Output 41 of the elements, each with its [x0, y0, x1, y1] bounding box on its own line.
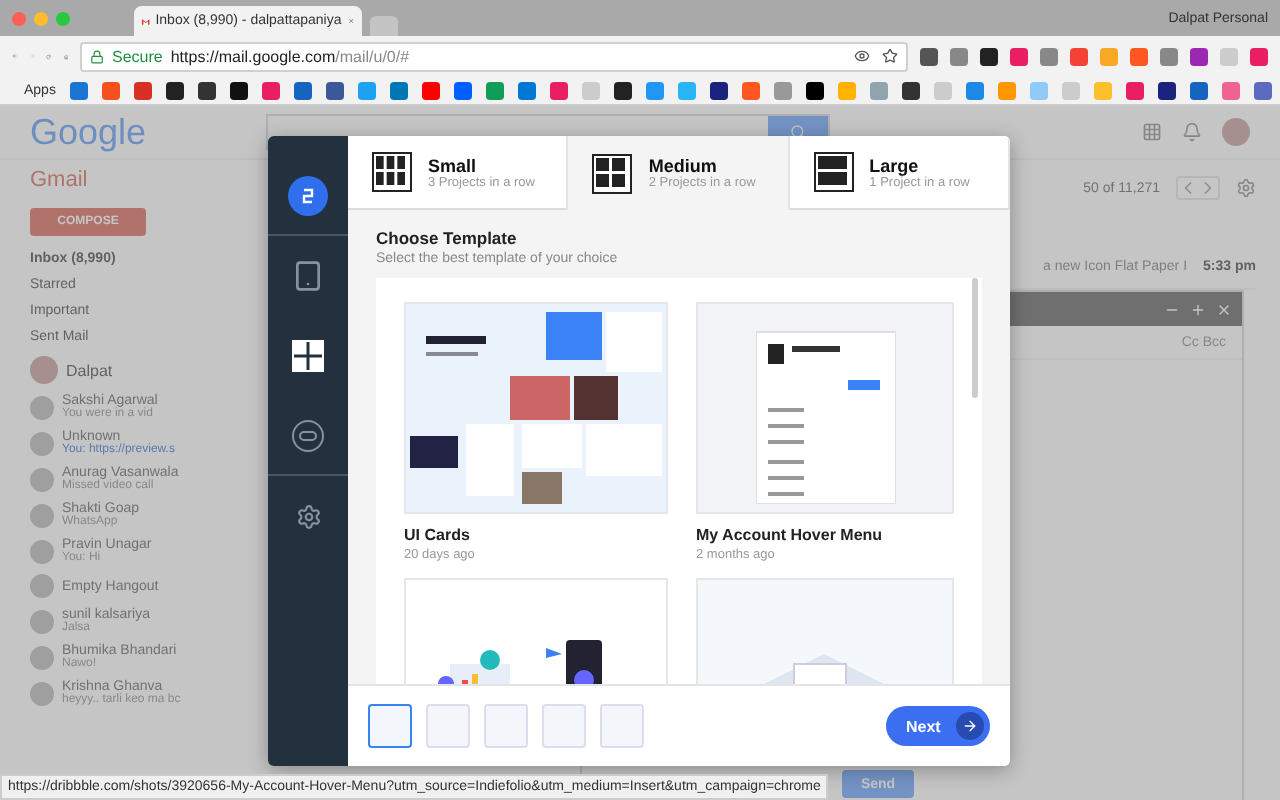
avatar — [30, 539, 54, 563]
notification-icon[interactable] — [1182, 122, 1202, 142]
grid-layout-icon — [372, 152, 412, 192]
settings-icon[interactable] — [1236, 178, 1256, 198]
avatar — [30, 395, 54, 419]
eye-icon[interactable] — [854, 48, 870, 64]
avatar — [30, 431, 54, 455]
expand-icon[interactable] — [1190, 301, 1206, 317]
template-thumbnail[interactable] — [368, 704, 412, 748]
google-logo: Google — [30, 111, 147, 153]
avatar — [30, 467, 54, 491]
section-title: Choose Template — [376, 228, 519, 248]
url-text: https://mail.google.com/mail/u/0/# — [170, 47, 410, 65]
template-title[interactable]: My Account Hover Menu — [696, 526, 954, 544]
secure-label: Secure — [112, 47, 163, 65]
close-icon[interactable] — [1216, 301, 1232, 317]
avatar — [30, 503, 54, 527]
link-icon — [292, 419, 324, 451]
account-name[interactable]: Dalpat — [66, 361, 113, 379]
arrow-right-icon — [956, 712, 984, 740]
gmail-label[interactable]: Gmail — [30, 168, 250, 192]
star-icon[interactable] — [882, 48, 898, 64]
tablet-icon — [292, 260, 324, 292]
lock-icon — [90, 49, 104, 63]
template-title[interactable]: UI Cards — [404, 526, 668, 544]
avatar — [30, 574, 54, 598]
mail-icon — [142, 15, 150, 27]
address-field[interactable]: Secure https://mail.google.com/mail/u/0/# — [80, 41, 908, 71]
next-button[interactable]: Next — [886, 706, 990, 746]
avatar — [30, 609, 54, 633]
avatar — [30, 681, 54, 705]
grid-layout-icon — [592, 153, 633, 193]
apps-grid-icon[interactable] — [1142, 122, 1162, 142]
grid-layout-icon — [813, 152, 854, 192]
avatar[interactable] — [30, 356, 58, 384]
grid-icon — [292, 340, 324, 372]
settings-icon — [295, 503, 321, 529]
scrollbar[interactable] — [972, 278, 978, 398]
avatar — [30, 645, 54, 669]
avatar[interactable] — [1222, 118, 1250, 146]
app-logo-icon — [288, 175, 328, 215]
